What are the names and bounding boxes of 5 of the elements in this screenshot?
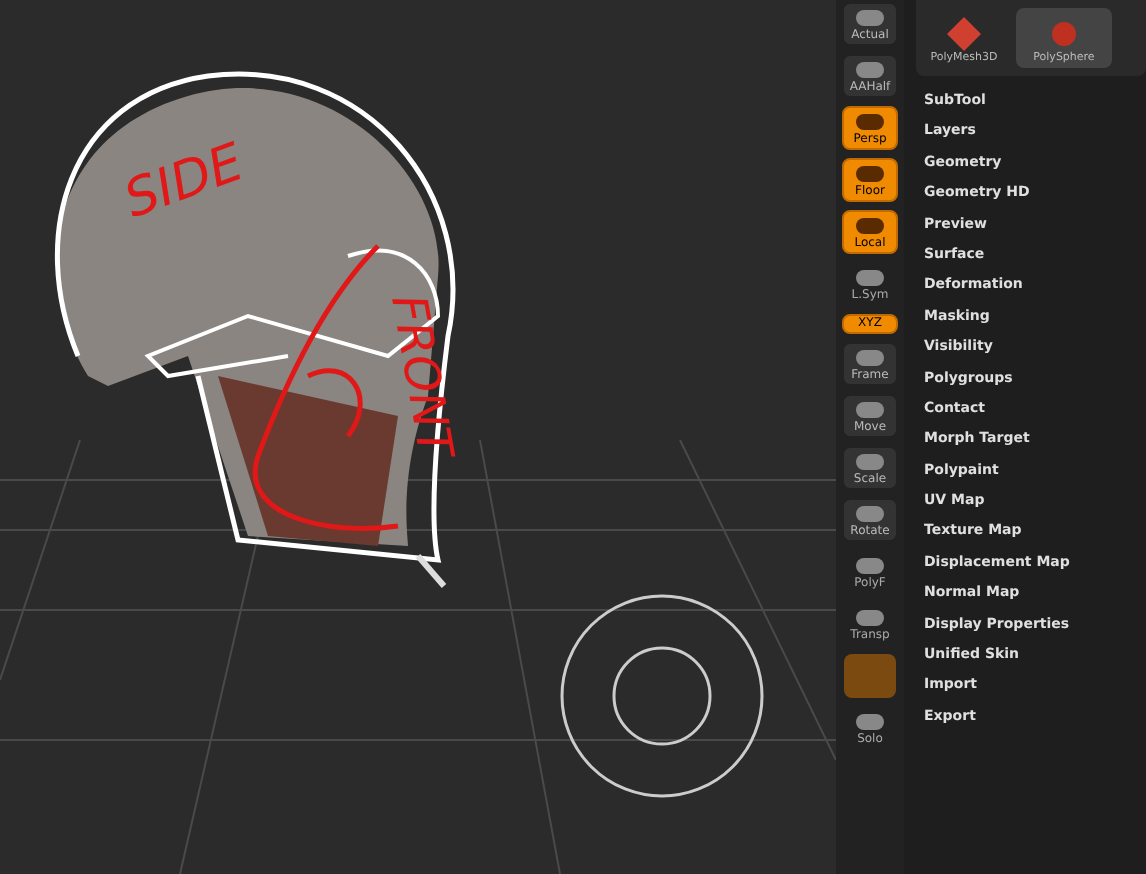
rotation-gizmo-icon [558, 592, 766, 800]
sketch-annotation: FRONT [378, 289, 466, 463]
sketch-annotation: SIDE [115, 131, 254, 235]
shape-icon [1052, 21, 1076, 46]
material-swatch[interactable] [844, 654, 896, 698]
